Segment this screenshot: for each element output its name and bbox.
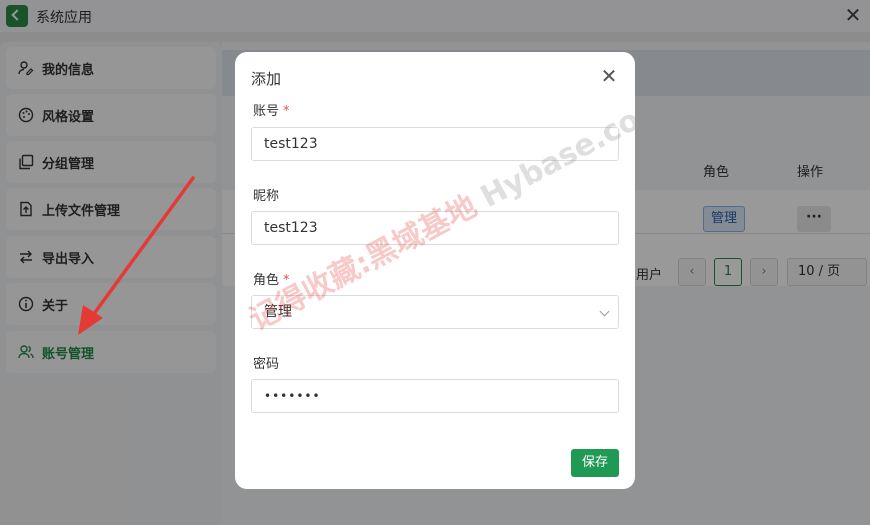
dialog-close-icon[interactable]: ✕ — [599, 66, 619, 86]
chevron-down-icon — [599, 306, 610, 317]
dialog-title: 添加 — [251, 70, 282, 88]
role-select[interactable]: 管理 — [251, 295, 619, 329]
nickname-label: 昵称 — [253, 189, 280, 204]
account-input[interactable]: test123 — [251, 127, 619, 161]
nickname-input[interactable]: test123 — [251, 211, 619, 245]
save-button[interactable]: 保存 — [571, 449, 619, 477]
role-label: 角色 * — [253, 273, 290, 288]
password-input[interactable]: ••••••• — [251, 379, 619, 413]
password-label: 密码 — [253, 357, 280, 372]
account-label: 账号 * — [253, 104, 290, 119]
add-account-dialog: 添加 ✕ 账号 * test123 昵称 test123 角色 * 管理 密码 ••… — [235, 52, 635, 489]
